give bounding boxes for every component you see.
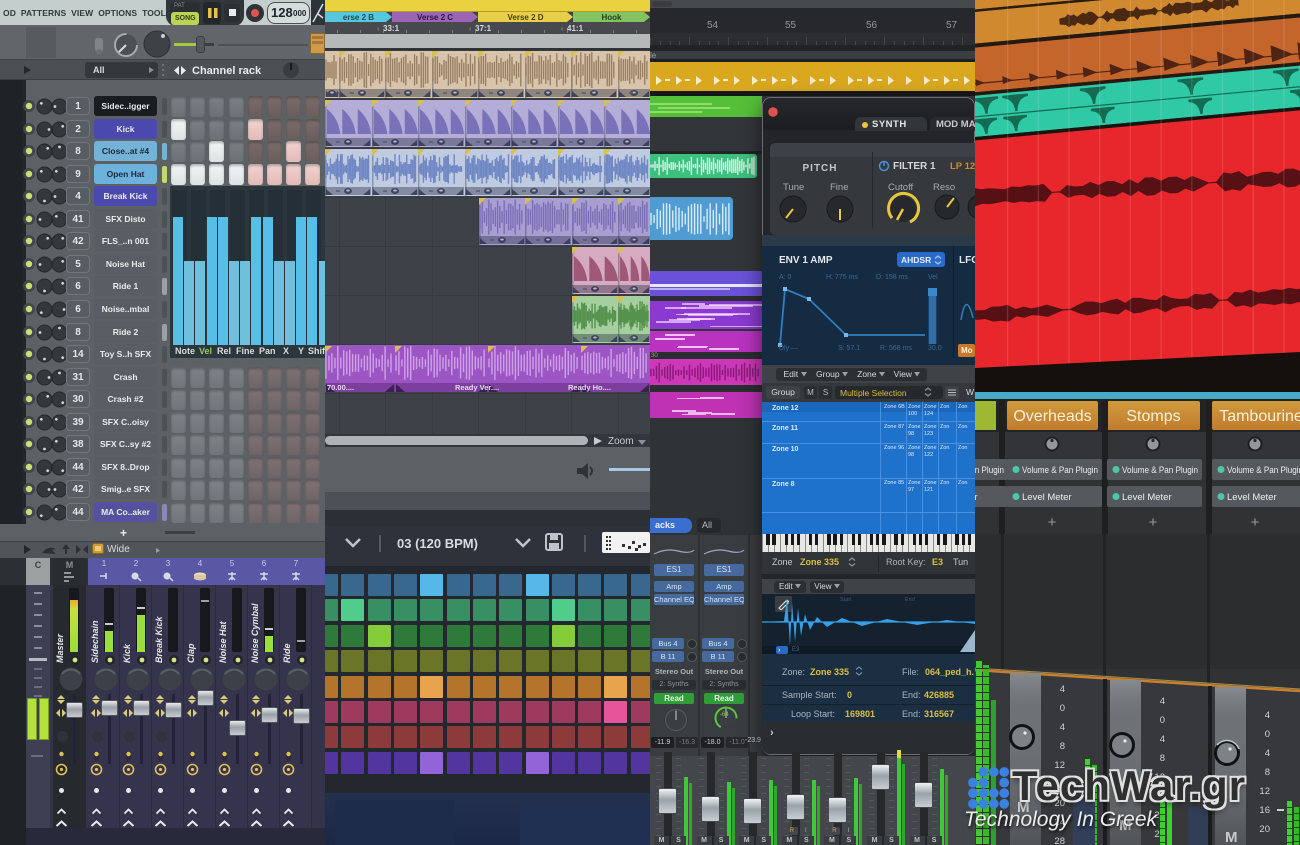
svg-text:Volume & Pan Plugin: Volume & Pan Plugin [1022, 465, 1098, 476]
svg-text:28: 28 [1054, 836, 1065, 845]
svg-text:20: 20 [1259, 824, 1270, 835]
svg-text:4: 4 [1265, 748, 1270, 759]
svg-text:8: 8 [1060, 741, 1065, 752]
svg-text:0: 0 [1060, 703, 1065, 714]
svg-text:Tambourine: Tambourine [1219, 408, 1300, 425]
svg-text:Volume & Pan Plugin: Volume & Pan Plugin [975, 465, 1004, 476]
svg-text:Level Meter: Level Meter [1227, 492, 1277, 503]
svg-text:Level Meter: Level Meter [975, 492, 978, 503]
svg-text:4: 4 [1160, 734, 1165, 745]
svg-text:Overheads: Overheads [1013, 408, 1091, 425]
svg-text:4: 4 [1160, 696, 1165, 707]
svg-text:+: + [1149, 514, 1158, 531]
svg-text:0: 0 [1160, 715, 1165, 726]
svg-text:Volume & Pan Plugin: Volume & Pan Plugin [1122, 465, 1198, 476]
svg-text:4: 4 [1265, 710, 1270, 721]
svg-text:Stomps: Stomps [1126, 408, 1180, 425]
svg-text:8: 8 [1265, 767, 1270, 778]
svg-text:+: + [1048, 514, 1057, 531]
svg-text:4: 4 [1060, 722, 1065, 733]
svg-text:M: M [1225, 829, 1238, 845]
svg-text:16: 16 [1259, 805, 1270, 816]
svg-text:+: + [1251, 514, 1260, 531]
svg-text:Level Meter: Level Meter [1122, 492, 1172, 503]
svg-text:Volume & Pan Plugin: Volume & Pan Plugin [1227, 465, 1300, 476]
svg-text:12: 12 [1259, 786, 1270, 797]
svg-text:4: 4 [1060, 684, 1065, 695]
svg-text:0: 0 [1265, 729, 1270, 740]
svg-text:Level Meter: Level Meter [1022, 492, 1072, 503]
